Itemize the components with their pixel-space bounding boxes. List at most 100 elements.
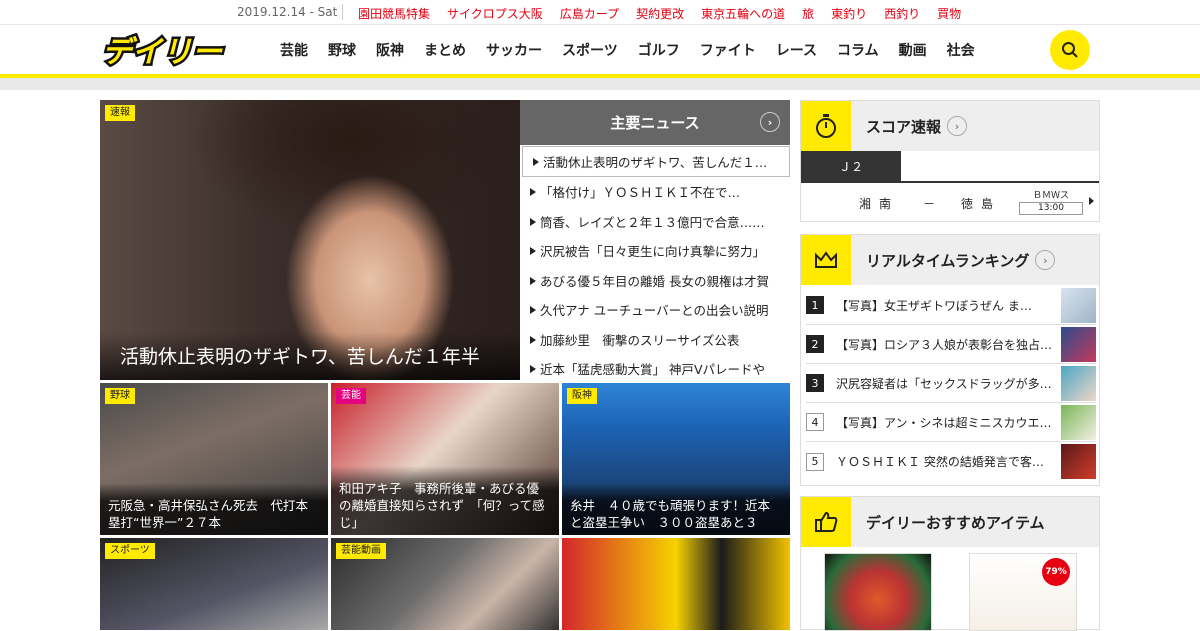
logo-text: デイリー [102, 35, 223, 67]
nav-item[interactable]: レース [776, 40, 817, 60]
ranking-title: リアルタイムランキング [866, 251, 1030, 270]
category-badge: 阪神 [567, 388, 597, 404]
main-news-panel: 主要ニュース › 活動休止表明のザギトワ、苦しんだ１… 「格付け」ＹＯＳＨＩＫＩ… [520, 100, 790, 380]
rank-number: 5 [806, 452, 824, 471]
nav-item[interactable]: 阪神 [376, 40, 404, 60]
category-badge: 芸能動画 [336, 543, 386, 559]
top-link[interactable]: 旅 [802, 5, 814, 22]
stopwatch-icon [801, 101, 851, 151]
news-item[interactable]: 活動休止表明のザギトワ、苦しんだ１… [522, 146, 790, 177]
hero-article[interactable]: 速報 活動休止表明のザギトワ、苦しんだ１年半 [100, 100, 520, 380]
top-link[interactable]: サイクロプス大阪 [447, 5, 543, 22]
chevron-right-icon[interactable]: › [947, 116, 968, 136]
ranking-item[interactable]: 1 【写真】女王ザギトワぼうぜん ま… [806, 286, 1096, 325]
nav-item[interactable]: ファイト [700, 40, 756, 60]
news-item[interactable]: 沢尻被告「日々更生に向け真摯に努力」 [520, 236, 790, 266]
article-tile[interactable]: 芸能動画 [331, 538, 559, 630]
top-links: 園田競馬特集 サイクロプス大阪 広島カープ 契約更改 東京五輪への道 旅 東釣り… [358, 5, 978, 22]
tile-caption: 和田アキ子 事務所後輩・あびる優の離婚直接知らされず 「何？って感じ」 [331, 466, 559, 535]
main-news-title: 主要ニュース [610, 114, 700, 132]
venue-name: ＢＭＷス [1032, 191, 1069, 201]
main-news-list: 活動休止表明のザギトワ、苦しんだ１… 「格付け」ＹＯＳＨＩＫＩ不在で… 筒香、レ… [520, 145, 790, 384]
ranking-header[interactable]: リアルタイムランキング › [801, 235, 1099, 285]
top-link[interactable]: 東釣り [831, 5, 867, 22]
top-link[interactable]: 東京五輪への道 [701, 5, 785, 22]
rank-thumbnail [1061, 444, 1096, 479]
nav-item[interactable]: コラム [837, 40, 879, 60]
news-item[interactable]: あびる優５年目の離婚 長女の親権は才賀 [520, 266, 790, 296]
site-header: デイリー 芸能 野球 阪神 まとめ サッカー スポーツ ゴルフ ファイト レース… [0, 25, 1200, 75]
crown-icon [801, 235, 851, 285]
news-item[interactable]: 筒香、レイズと２年１３億円で合意…… [520, 207, 790, 237]
rank-number: 3 [806, 374, 824, 392]
rank-text: 【写真】アン・シネは超ミニスカウエ… [836, 415, 1052, 430]
article-tile[interactable]: 野球 元阪急・高井保弘さん死去 代打本塁打“世界一”２７本 [100, 383, 328, 535]
venue-info: ＢＭＷス 13:00 [1019, 191, 1083, 215]
rank-number: 2 [806, 335, 824, 353]
article-tile[interactable]: スポーツ [100, 538, 328, 630]
search-button[interactable] [1050, 30, 1090, 70]
rank-thumbnail [1061, 366, 1096, 401]
play-arrow-icon[interactable] [1089, 197, 1094, 205]
main-news-header[interactable]: 主要ニュース › [520, 100, 790, 145]
ranking-item[interactable]: 5 ＹＯＳＨＩＫＩ 突然の結婚発言で客… [806, 442, 1096, 481]
site-logo[interactable]: デイリー [100, 33, 240, 73]
rank-text: ＹＯＳＨＩＫＩ 突然の結婚発言で客… [836, 455, 1044, 469]
promo-tile[interactable] [562, 538, 790, 630]
news-item[interactable]: 「格付け」ＹＯＳＨＩＫＩ不在で… [520, 177, 790, 207]
top-link[interactable]: 契約更改 [636, 5, 684, 22]
kickoff-time: 13:00 [1019, 202, 1083, 215]
recommend-title: デイリーおすすめアイテム [866, 513, 1045, 532]
ranking-item[interactable]: 2 【写真】ロシア３人娘が表彰台を独占… [806, 325, 1096, 364]
article-tile[interactable]: 芸能 和田アキ子 事務所後輩・あびる優の離婚直接知らされず 「何？って感じ」 [331, 383, 559, 535]
nav-item[interactable]: サッカー [486, 40, 542, 60]
header-gray-band [0, 78, 1200, 90]
top-link[interactable]: 西釣り [884, 5, 920, 22]
tile-caption: 元阪急・高井保弘さん死去 代打本塁打“世界一”２７本 [100, 483, 328, 535]
divider [342, 4, 343, 20]
rank-number: 1 [806, 296, 824, 314]
product-image[interactable]: 79% [969, 553, 1077, 631]
ranking-item[interactable]: 3 沢尻容疑者は「セックスドラッグが多… [806, 364, 1096, 403]
category-badge: 野球 [105, 388, 135, 404]
score-header[interactable]: スコア速報 › [801, 101, 1099, 151]
recommend-header[interactable]: デイリーおすすめアイテム [801, 497, 1099, 547]
main-nav: 芸能 野球 阪神 まとめ サッカー スポーツ ゴルフ ファイト レース コラム … [280, 40, 995, 60]
nav-item[interactable]: まとめ [424, 40, 466, 60]
chevron-right-icon[interactable]: › [760, 112, 780, 132]
product-image[interactable] [824, 553, 932, 631]
score-panel: スコア速報 › Ｊ２ 湘南 － 徳島 ＢＭＷス 13:00 [800, 100, 1100, 222]
divider [801, 181, 1099, 183]
chevron-right-icon[interactable]: › [1035, 250, 1056, 270]
hero-caption: 活動休止表明のザギトワ、苦しんだ１年半 [100, 332, 520, 380]
nav-item[interactable]: 社会 [947, 40, 975, 60]
ranking-panel: リアルタイムランキング › 1 【写真】女王ザギトワぼうぜん ま… 2 【写真】… [800, 234, 1100, 486]
category-badge: 芸能 [336, 388, 366, 404]
nav-item[interactable]: 動画 [899, 40, 927, 60]
thumbs-up-icon [801, 497, 851, 547]
rank-thumbnail [1061, 405, 1096, 440]
nav-item[interactable]: ゴルフ [638, 40, 680, 60]
top-link[interactable]: 広島カープ [560, 5, 619, 22]
news-item[interactable]: 久代アナ ユーチューバーとの出会い説明 [520, 295, 790, 325]
away-team: 徳島 [961, 197, 1002, 211]
recommend-panel: デイリーおすすめアイテム 79% [800, 496, 1100, 631]
article-tile[interactable]: 阪神 糸井 ４０歳でも頑張ります！近本と盗塁王争い ３００盗塁あと３ [562, 383, 790, 535]
league-tab[interactable]: Ｊ２ [801, 151, 901, 181]
nav-item[interactable]: 芸能 [280, 40, 308, 60]
breaking-badge: 速報 [105, 105, 135, 121]
top-link[interactable]: 園田競馬特集 [358, 5, 430, 22]
match-row[interactable]: 湘南 － 徳島 ＢＭＷス 13:00 [801, 191, 1099, 217]
top-bar: 2019.12.14 - Sat 園田競馬特集 サイクロプス大阪 広島カープ 契… [0, 0, 1200, 25]
rank-text: 沢尻容疑者は「セックスドラッグが多… [836, 376, 1052, 391]
news-item[interactable]: 近本「猛虎感動大賞」 神戸Vパレードや [520, 354, 790, 384]
rank-thumbnail [1061, 327, 1096, 362]
news-item[interactable]: 加藤紗里 衝撃のスリーサイズ公表 [520, 325, 790, 355]
nav-item[interactable]: 野球 [328, 40, 356, 60]
rank-text: 【写真】ロシア３人娘が表彰台を独占… [836, 337, 1053, 352]
top-link[interactable]: 買物 [937, 5, 961, 22]
nav-item[interactable]: スポーツ [562, 40, 618, 60]
ranking-item[interactable]: 4 【写真】アン・シネは超ミニスカウエ… [806, 403, 1096, 442]
search-icon [1062, 42, 1078, 58]
rank-thumbnail [1061, 288, 1096, 323]
